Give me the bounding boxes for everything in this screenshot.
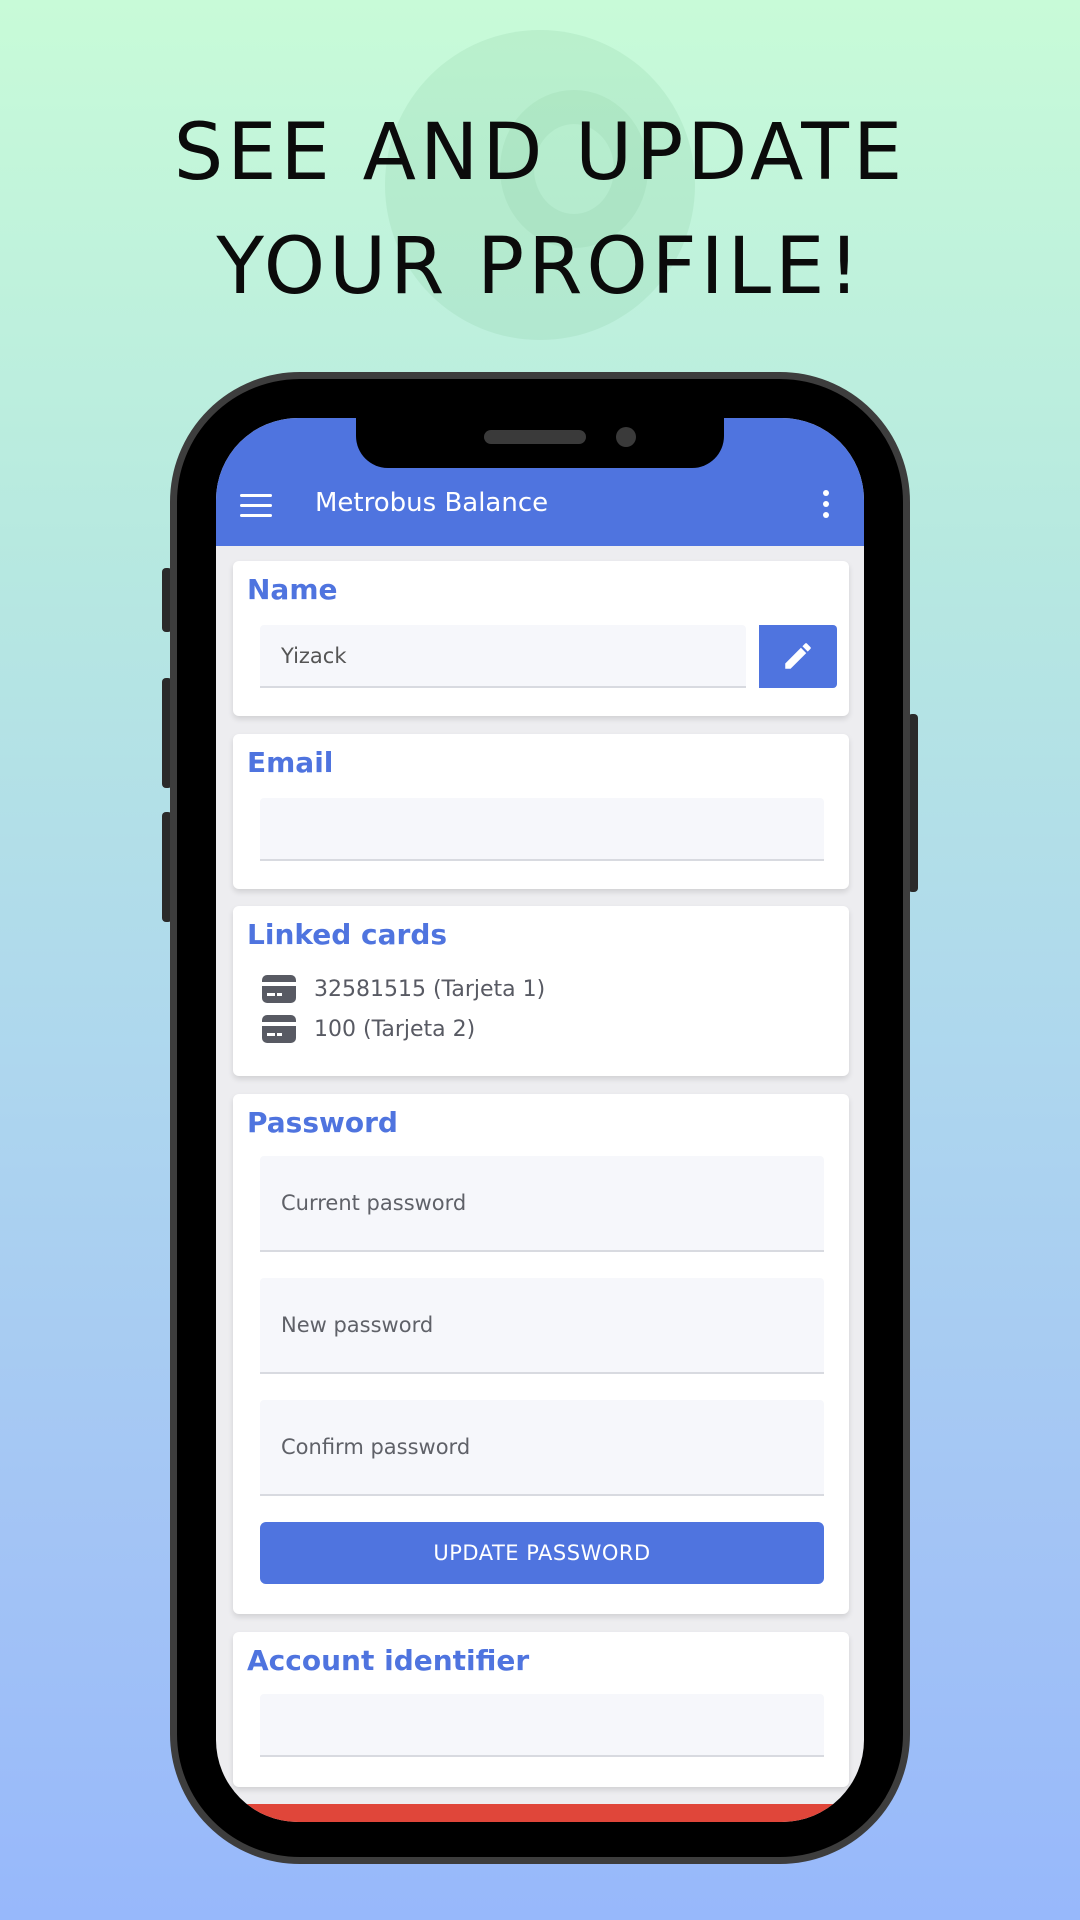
- current-password-wrapper: [260, 1156, 824, 1252]
- account-identifier-title: Account identifier: [247, 1644, 530, 1677]
- account-identifier-input[interactable]: [260, 1694, 824, 1755]
- email-card: Email: [233, 734, 849, 889]
- more-vertical-icon[interactable]: [820, 490, 832, 522]
- email-title: Email: [247, 746, 334, 779]
- phone-speaker: [484, 430, 586, 444]
- phone-camera: [616, 427, 636, 447]
- name-input[interactable]: [260, 625, 746, 686]
- account-identifier-card: Account identifier: [233, 1632, 849, 1787]
- update-password-button[interactable]: UPDATE PASSWORD: [260, 1522, 824, 1584]
- name-card: Name: [233, 561, 849, 716]
- credit-card-icon: [262, 1015, 296, 1043]
- linked-card-item: 32581515 (Tarjeta 1): [262, 972, 545, 1006]
- current-password-input[interactable]: [260, 1156, 824, 1250]
- credit-card-icon: [262, 975, 296, 1003]
- linked-cards-title: Linked cards: [247, 918, 448, 951]
- name-field-wrapper: [260, 625, 746, 688]
- linked-cards-card: Linked cards 32581515 (Tarjeta 1) 100 (T…: [233, 906, 849, 1076]
- edit-name-button[interactable]: [759, 625, 837, 688]
- password-title: Password: [247, 1106, 398, 1139]
- hamburger-menu-icon[interactable]: [240, 494, 272, 517]
- name-title: Name: [247, 573, 338, 606]
- linked-card-item: 100 (Tarjeta 2): [262, 1012, 475, 1046]
- new-password-input[interactable]: [260, 1278, 824, 1372]
- app-title: Metrobus Balance: [315, 488, 549, 518]
- confirm-password-input[interactable]: [260, 1400, 824, 1494]
- pencil-icon: [785, 643, 811, 669]
- linked-card-label: 100 (Tarjeta 2): [314, 1016, 476, 1042]
- headline-line-2: YOUR PROFILE!: [216, 222, 864, 312]
- account-identifier-wrapper: [260, 1694, 824, 1757]
- linked-card-label: 32581515 (Tarjeta 1): [314, 976, 546, 1002]
- headline-line-1: SEE AND UPDATE: [173, 108, 907, 198]
- email-input[interactable]: [260, 798, 824, 859]
- new-password-wrapper: [260, 1278, 824, 1374]
- confirm-password-wrapper: [260, 1400, 824, 1496]
- email-field-wrapper: [260, 798, 824, 861]
- danger-section-edge: [233, 1804, 849, 1822]
- phone-screen: Metrobus Balance Name Email Linked cards: [216, 418, 864, 1822]
- password-card: Password UPDATE PASSWORD: [233, 1094, 849, 1614]
